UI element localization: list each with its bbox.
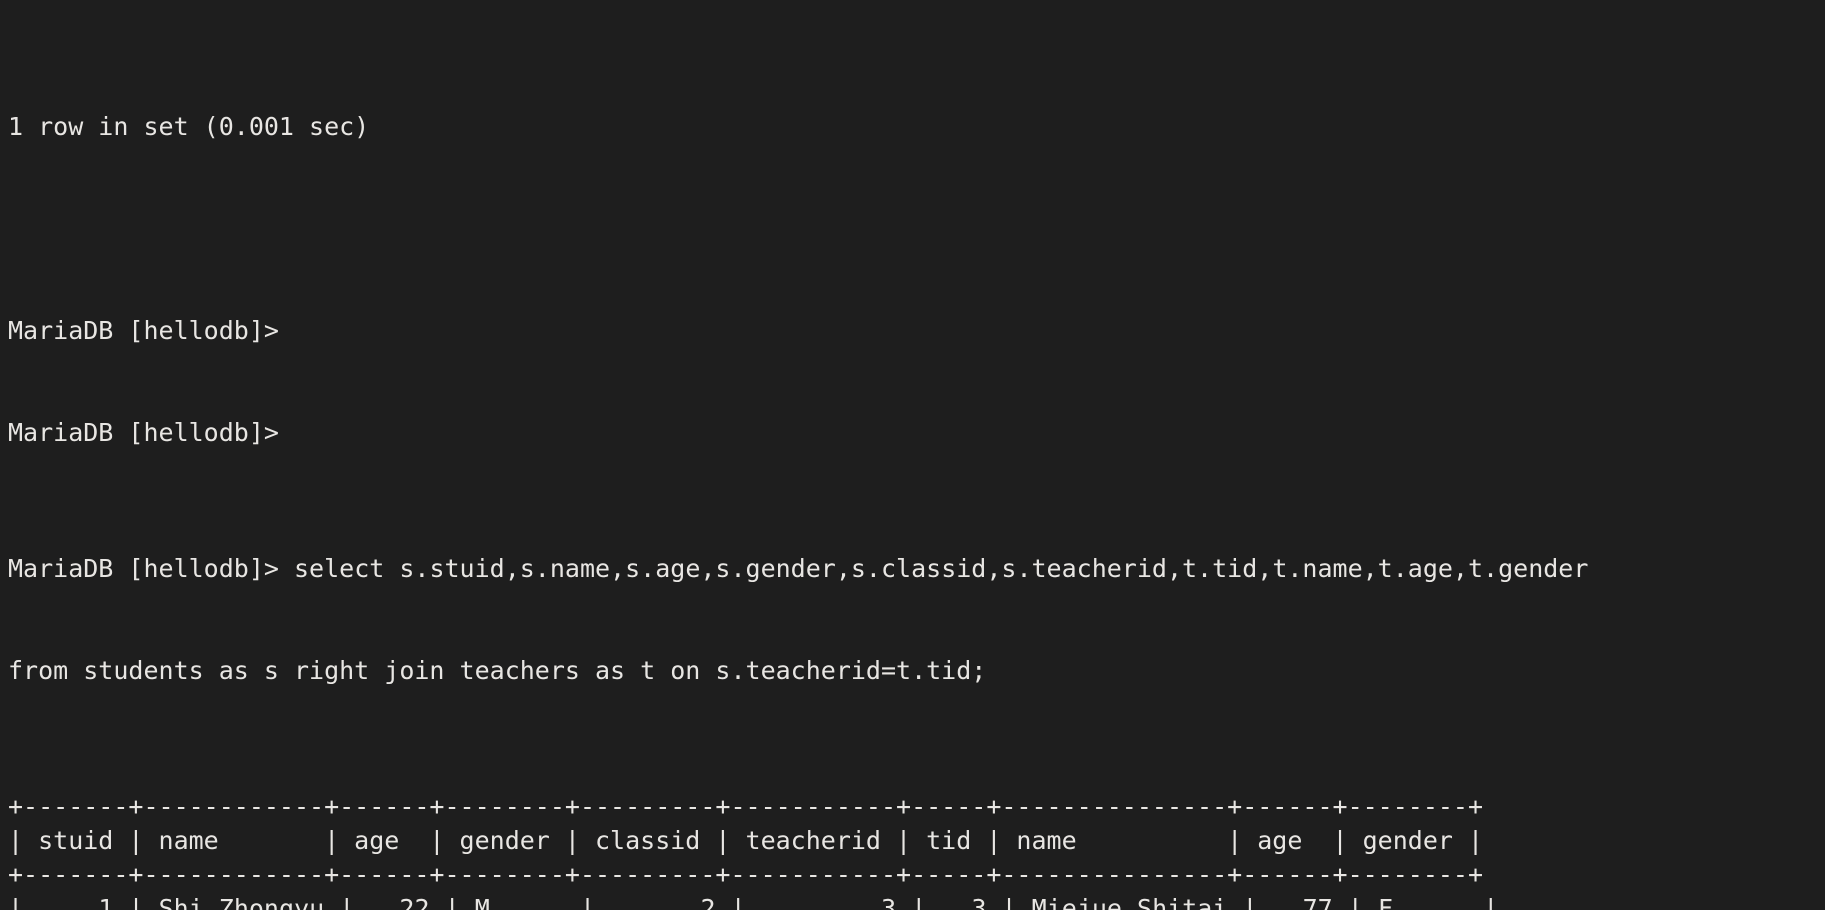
table1-cell-pad: | — [987, 894, 1017, 910]
table1-cell-pad: | — [490, 894, 595, 910]
table1-cell-value: 2 — [700, 894, 715, 910]
blank-line — [8, 212, 1825, 246]
table1-header-row: | stuid | name | age | gender | classid … — [8, 824, 1825, 858]
table1-cell-pad: | — [896, 894, 926, 910]
prompt-text: MariaDB [hellodb]> — [8, 316, 279, 345]
table1-border-top-text: +-------+------------+------+--------+--… — [8, 792, 1483, 821]
result-line-top: 1 row in set (0.001 sec) — [8, 110, 1825, 144]
table1-cell-value: 22 — [399, 894, 429, 910]
table1-cell-value: 1 — [98, 894, 113, 910]
table1-cell-pad — [1017, 894, 1032, 910]
prompt-text: MariaDB [hellodb]> — [8, 554, 294, 583]
prompt-line-empty-1: MariaDB [hellodb]> — [8, 314, 1825, 348]
prompt-text: MariaDB [hellodb]> — [8, 418, 279, 447]
table1-cell-pad — [1363, 894, 1378, 910]
table1-cell-pad: | — [1333, 894, 1363, 910]
terminal-window[interactable]: 1 row in set (0.001 sec) MariaDB [hellod… — [0, 0, 1825, 910]
table1-cell-sep: | — [8, 894, 23, 910]
table1-cell-pad: | — [1393, 894, 1498, 910]
table1-cell-pad: | — [324, 894, 354, 910]
table1-cell-value: M — [475, 894, 490, 910]
table1-cell-pad: | — [1227, 894, 1257, 910]
table1-cell-pad — [354, 894, 399, 910]
command-line-query1-part1: MariaDB [hellodb]> select s.stuid,s.name… — [8, 552, 1825, 586]
table1-cell-value: F — [1378, 894, 1393, 910]
result-table-1: +-------+------------+------+--------+--… — [8, 790, 1825, 910]
prompt-line-empty-2: MariaDB [hellodb]> — [8, 416, 1825, 450]
table1-border-mid: +-------+------------+------+--------+--… — [8, 858, 1825, 892]
table1-cell-pad: | — [716, 894, 746, 910]
table1-cell-pad: | — [113, 894, 143, 910]
table1-border-mid-text: +-------+------------+------+--------+--… — [8, 860, 1483, 889]
query1-text-line2: from students as s right join teachers a… — [8, 656, 986, 685]
table1-cell-value: 3 — [971, 894, 986, 910]
table1-cell-pad — [595, 894, 700, 910]
command-line-query1-part2: from students as s right join teachers a… — [8, 654, 1825, 688]
table1-cell-value: Shi Zhongyu — [159, 894, 325, 910]
table1-cell-pad — [926, 894, 971, 910]
table-row: | 1 | Shi Zhongyu | 22 | M | 2 | 3 | 3 |… — [8, 892, 1825, 910]
table1-cell-value: 77 — [1303, 894, 1333, 910]
table1-cell-pad — [1257, 894, 1302, 910]
table1-border-top: +-------+------------+------+--------+--… — [8, 790, 1825, 824]
table1-cell-pad — [460, 894, 475, 910]
table1-header-text: | stuid | name | age | gender | classid … — [8, 826, 1483, 855]
table1-cell-value: Miejue Shitai — [1032, 894, 1228, 910]
table1-cell-pad: | — [430, 894, 460, 910]
query1-text-line1: select s.stuid,s.name,s.age,s.gender,s.c… — [294, 554, 1588, 583]
table1-cell-pad — [746, 894, 881, 910]
table1-cell-pad — [23, 894, 98, 910]
table1-cell-pad — [144, 894, 159, 910]
table1-cell-value: 3 — [881, 894, 896, 910]
